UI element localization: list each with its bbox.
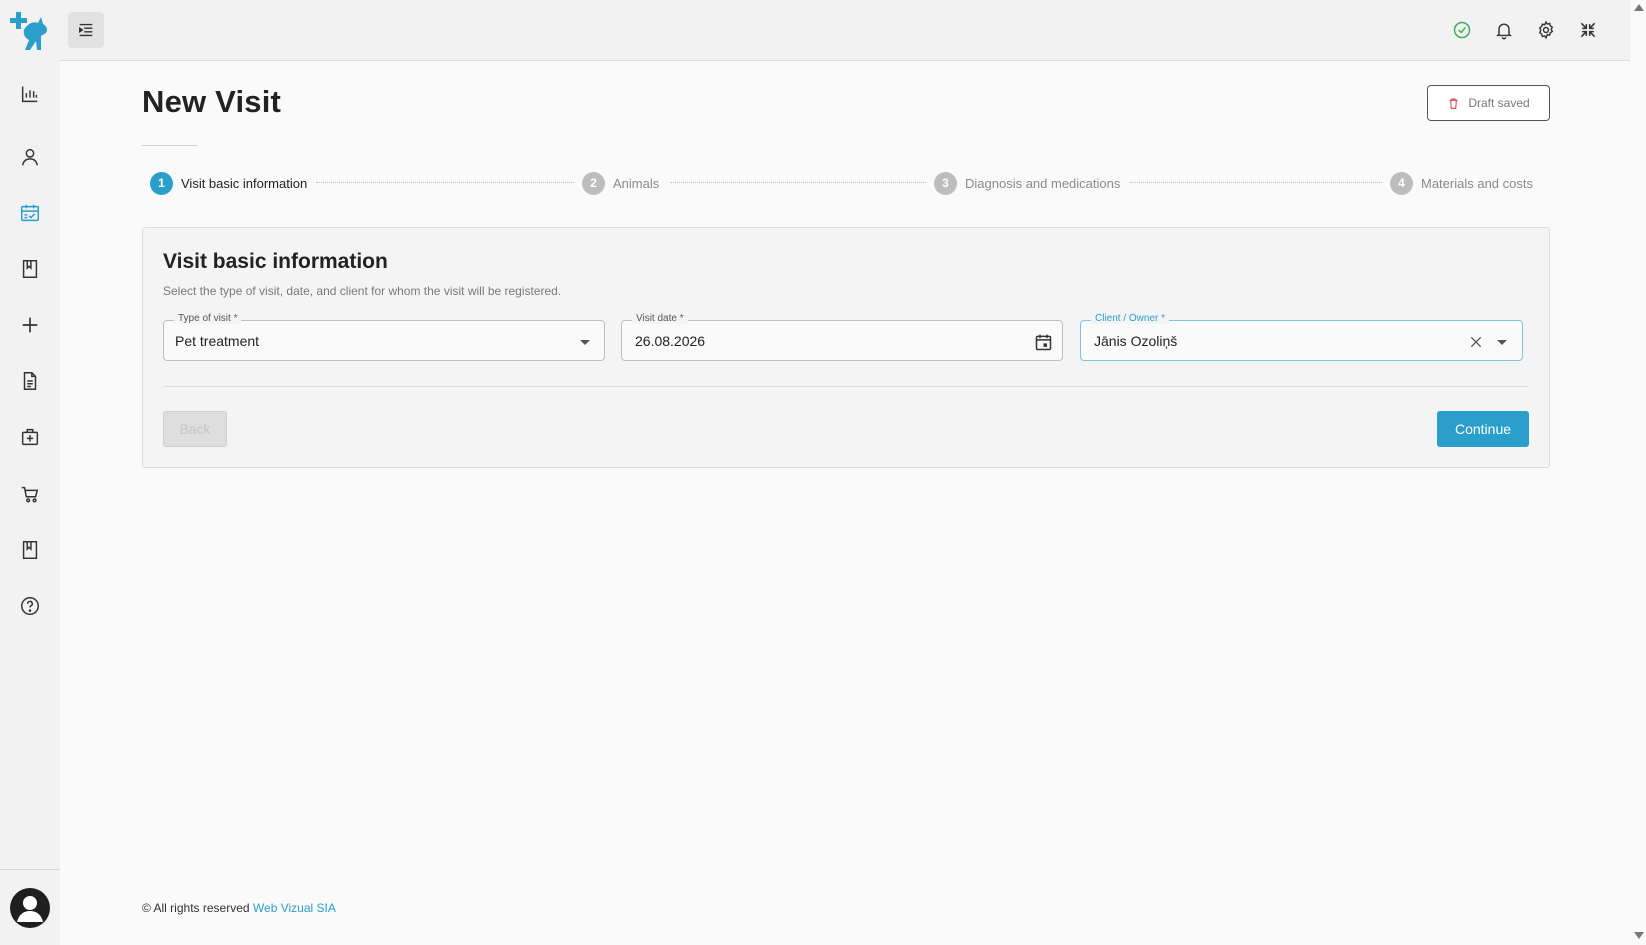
sidebar-item-help[interactable]: [10, 586, 50, 626]
dropdown-caret-icon[interactable]: [574, 331, 596, 353]
step-number: 3: [934, 171, 957, 195]
card-title: Visit basic information: [163, 250, 388, 273]
client-owner-field[interactable]: Client / Owner * Jānis Ozoliņš: [1080, 313, 1523, 361]
plus-icon: [22, 317, 38, 333]
step-number: 2: [582, 171, 605, 195]
sidebar-item-statistics[interactable]: [10, 74, 50, 114]
sidebar-item-documents[interactable]: [10, 361, 50, 401]
sidebar-divider: [0, 869, 60, 870]
sidebar-item-medical[interactable]: [10, 417, 50, 457]
scroll-down-arrow-icon[interactable]: [1634, 932, 1644, 939]
page-scrollbar[interactable]: [1630, 0, 1646, 945]
step-label: Materials and costs: [1421, 175, 1533, 191]
bell-icon: [1496, 23, 1512, 40]
top-bar: [60, 0, 1630, 61]
menu-toggle-button[interactable]: [68, 12, 104, 48]
step-label: Visit basic information: [181, 175, 308, 191]
trash-icon: [1449, 97, 1458, 109]
book-icon: [22, 541, 38, 559]
draft-saved-button[interactable]: Draft saved: [1427, 85, 1550, 121]
fullscreen-button[interactable]: [1574, 16, 1602, 44]
cart-icon: [21, 486, 39, 503]
draft-saved-label: Draft saved: [1468, 96, 1530, 110]
sidebar-item-bookmarks[interactable]: [10, 249, 50, 289]
step-number: 1: [150, 171, 173, 195]
title-underline: [142, 145, 198, 146]
card-divider: [163, 386, 1529, 387]
calendar-icon[interactable]: [1032, 331, 1054, 353]
footer-text: © All rights reserved: [142, 901, 250, 915]
step-4[interactable]: 4 Materials and costs: [1390, 171, 1533, 195]
help-icon: [21, 597, 39, 615]
sidebar-item-catalog[interactable]: [10, 530, 50, 570]
sync-status-button[interactable]: [1448, 16, 1476, 44]
sidebar: [0, 0, 60, 945]
step-number: 4: [1390, 171, 1413, 195]
type-of-visit-select[interactable]: Type of visit * Pet treatment: [163, 313, 605, 361]
footer-company-link[interactable]: Web Vizual SIA: [253, 901, 336, 915]
step-connector: [1130, 182, 1382, 183]
app-logo-icon[interactable]: [10, 10, 50, 52]
settings-button[interactable]: [1532, 16, 1560, 44]
document-icon: [23, 372, 37, 390]
step-3[interactable]: 3 Diagnosis and medications: [934, 171, 1120, 195]
clear-icon[interactable]: [1465, 331, 1487, 353]
type-of-visit-label: Type of visit *: [174, 313, 242, 324]
step-1[interactable]: 1 Visit basic information: [150, 171, 307, 195]
card-subtitle: Select the type of visit, date, and clie…: [163, 284, 562, 298]
client-owner-label: Client / Owner *: [1091, 313, 1170, 324]
dropdown-caret-icon[interactable]: [1491, 331, 1513, 353]
step-2[interactable]: 2 Animals: [582, 171, 659, 195]
stepper: 1 Visit basic information 2 Animals 3 Di…: [150, 171, 1542, 195]
page-title: New Visit: [142, 84, 282, 119]
sidebar-item-clients[interactable]: [10, 137, 50, 177]
sidebar-item-shop[interactable]: [10, 474, 50, 514]
calendar-check-icon: [21, 204, 39, 222]
collapse-icon: [1580, 22, 1596, 38]
footer: © All rights reserved Web Vizual SIA: [142, 901, 336, 915]
sidebar-item-add[interactable]: [10, 305, 50, 345]
menu-indent-icon: [79, 23, 93, 37]
visit-date-label: Visit date *: [632, 313, 688, 324]
sidebar-item-visits[interactable]: [10, 193, 50, 233]
step-label: Animals: [613, 175, 660, 191]
notifications-button[interactable]: [1490, 16, 1518, 44]
medical-kit-icon: [21, 428, 39, 446]
step-label: Diagnosis and medications: [965, 175, 1121, 191]
visit-date-field[interactable]: Visit date * 26.08.2026: [621, 313, 1063, 361]
avatar[interactable]: [10, 888, 50, 928]
gear-icon: [1538, 20, 1554, 40]
bar-chart-icon: [21, 86, 38, 103]
continue-button[interactable]: Continue: [1437, 411, 1529, 447]
visit-date-value: 26.08.2026: [635, 333, 706, 349]
step-connector: [316, 182, 574, 183]
type-of-visit-value: Pet treatment: [175, 333, 260, 349]
client-owner-value: Jānis Ozoliņš: [1094, 333, 1178, 349]
scroll-up-arrow-icon[interactable]: [1634, 4, 1644, 11]
user-icon: [21, 148, 39, 166]
back-button[interactable]: Back: [163, 411, 227, 447]
check-circle-icon: [1453, 21, 1471, 39]
bookmark-icon: [22, 260, 38, 278]
visit-basic-info-card: Visit basic information Select the type …: [142, 227, 1550, 468]
step-connector: [670, 182, 926, 183]
